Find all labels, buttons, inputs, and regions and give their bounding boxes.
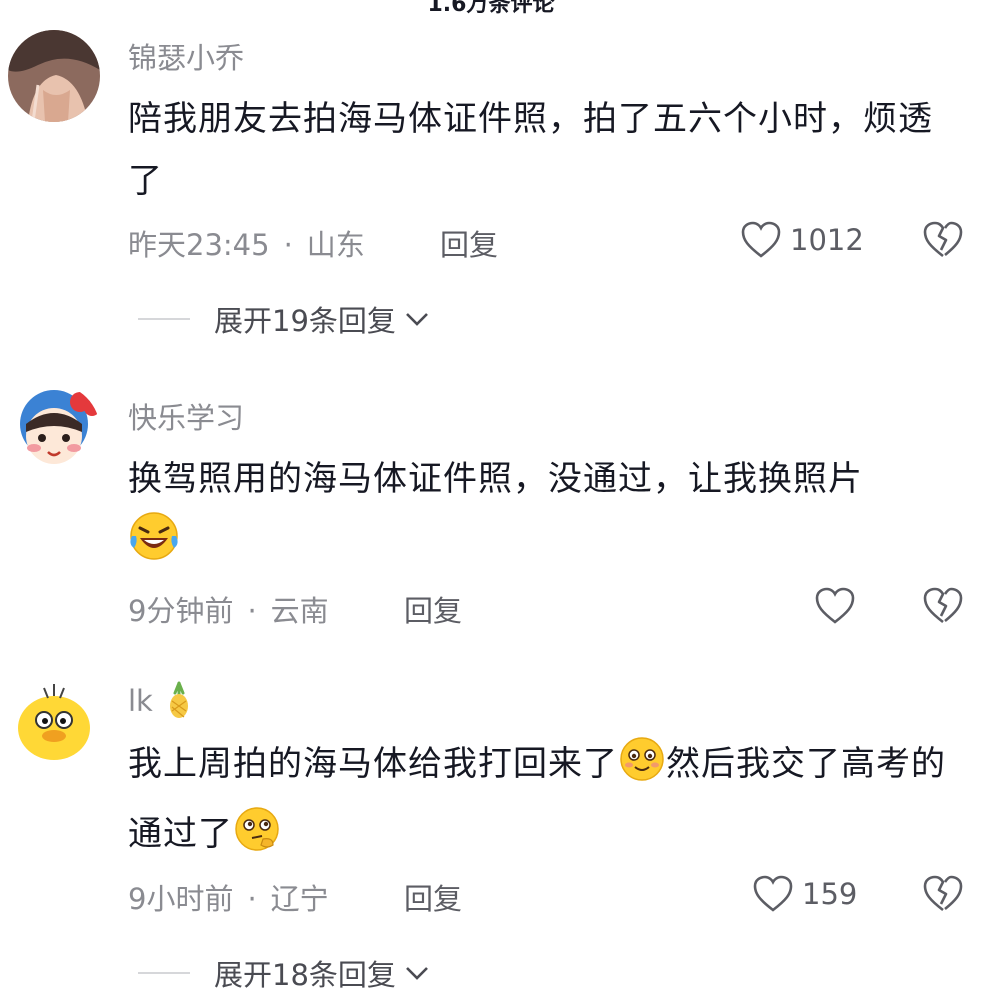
thinking-emoji — [233, 805, 281, 873]
chevron-down-icon — [405, 967, 428, 980]
comment-meta: 9分钟前 · 云南 — [128, 588, 329, 630]
separator-dot: · — [247, 594, 257, 628]
avatar[interactable] — [8, 676, 100, 768]
divider-line — [138, 972, 190, 974]
broken-heart-icon — [923, 587, 963, 624]
username[interactable]: 快乐学习 — [128, 395, 244, 437]
heart-outline-icon — [753, 875, 793, 912]
comment-text: 我上周拍的海马体给我打回来了 然后我交了高考的通过了 — [128, 733, 963, 873]
dislike-button[interactable] — [922, 874, 964, 918]
expand-replies[interactable]: 展开18条回复 — [138, 952, 430, 994]
smiling-emoji — [618, 735, 666, 803]
like-button[interactable]: 1012 — [740, 220, 864, 260]
comment-location: 辽宁 — [270, 882, 329, 916]
separator-dot: · — [283, 228, 293, 262]
heart-outline-icon — [741, 221, 781, 258]
expand-replies-label: 展开18条回复 — [214, 958, 396, 992]
heart-outline-icon — [815, 587, 855, 624]
like-button[interactable] — [814, 586, 864, 626]
comment-meta: 9小时前 · 辽宁 — [128, 876, 329, 918]
comment-text: 换驾照用的海马体证件照，没通过，让我换照片 — [128, 448, 963, 582]
pineapple-emoji — [170, 681, 189, 718]
broken-heart-icon — [923, 221, 963, 258]
username[interactable]: lk — [128, 681, 192, 719]
reply-button[interactable]: 回复 — [440, 222, 498, 264]
comment-location: 山东 — [306, 228, 365, 262]
reply-button[interactable]: 回复 — [404, 876, 462, 918]
comment-meta: 昨天23:45 · 山东 — [128, 222, 365, 264]
comment-time: 9分钟前 — [128, 594, 234, 628]
comment-text-body: 换驾照用的海马体证件照，没通过，让我换照片 — [128, 459, 863, 499]
comment-text: 陪我朋友去拍海马体证件照，拍了五六个小时，烦透了 — [128, 99, 933, 201]
dislike-button[interactable] — [922, 220, 964, 264]
username-text: lk — [128, 684, 153, 718]
separator-dot: · — [247, 882, 257, 916]
like-button[interactable]: 159 — [752, 874, 857, 914]
expand-replies-label: 展开19条回复 — [214, 304, 396, 338]
like-count: 159 — [802, 877, 858, 911]
comments-count-title: 1.6万条评论 — [427, 0, 555, 17]
laughing-tears-emoji — [128, 510, 180, 582]
chevron-down-icon — [405, 313, 428, 326]
expand-replies[interactable]: 展开19条回复 — [138, 298, 430, 340]
comment-time: 9小时前 — [128, 882, 234, 916]
reply-button[interactable]: 回复 — [404, 588, 462, 630]
avatar[interactable] — [8, 30, 100, 122]
username[interactable]: 锦瑟小乔 — [128, 35, 244, 77]
comment-text-part1: 我上周拍的海马体给我打回来了 — [128, 744, 618, 784]
comment-location: 云南 — [270, 594, 329, 628]
comment-time: 昨天23:45 — [128, 228, 270, 262]
like-count: 1012 — [790, 223, 864, 257]
dislike-button[interactable] — [922, 586, 964, 630]
divider-line — [138, 318, 190, 320]
avatar[interactable] — [8, 384, 100, 476]
broken-heart-icon — [923, 875, 963, 912]
